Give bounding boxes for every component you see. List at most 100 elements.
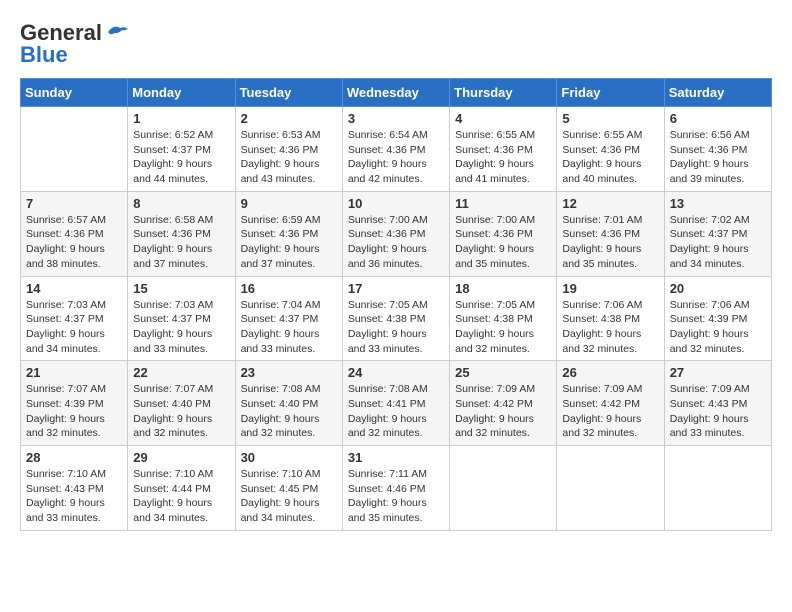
calendar-cell: 11 Sunrise: 7:00 AMSunset: 4:36 PMDayligh… [450, 191, 557, 276]
calendar-cell: 25 Sunrise: 7:09 AMSunset: 4:42 PMDayligh… [450, 361, 557, 446]
day-number: 17 [348, 281, 444, 296]
day-number: 26 [562, 365, 658, 380]
calendar-cell: 27 Sunrise: 7:09 AMSunset: 4:43 PMDayligh… [664, 361, 771, 446]
weekday-header-tuesday: Tuesday [235, 79, 342, 107]
day-info: Sunrise: 7:10 AMSunset: 4:43 PMDaylight:… [26, 467, 122, 526]
day-number: 22 [133, 365, 229, 380]
day-info: Sunrise: 6:53 AMSunset: 4:36 PMDaylight:… [241, 128, 337, 187]
weekday-header-row: SundayMondayTuesdayWednesdayThursdayFrid… [21, 79, 772, 107]
calendar-cell: 12 Sunrise: 7:01 AMSunset: 4:36 PMDayligh… [557, 191, 664, 276]
page-header: General Blue [20, 20, 772, 68]
calendar-cell: 13 Sunrise: 7:02 AMSunset: 4:37 PMDayligh… [664, 191, 771, 276]
calendar-table: SundayMondayTuesdayWednesdayThursdayFrid… [20, 78, 772, 531]
day-info: Sunrise: 7:00 AMSunset: 4:36 PMDaylight:… [348, 213, 444, 272]
calendar-cell: 6Sunrise: 6:56 AMSunset: 4:36 PMDaylight… [664, 107, 771, 192]
calendar-cell: 20Sunrise: 7:06 AMSunset: 4:39 PMDayligh… [664, 276, 771, 361]
day-number: 2 [241, 111, 337, 126]
day-info: Sunrise: 7:11 AMSunset: 4:46 PMDaylight:… [348, 467, 444, 526]
logo-blue-text: Blue [20, 42, 68, 68]
calendar-cell: 5Sunrise: 6:55 AMSunset: 4:36 PMDaylight… [557, 107, 664, 192]
calendar-cell: 9 Sunrise: 6:59 AMSunset: 4:36 PMDaylight… [235, 191, 342, 276]
calendar-cell [557, 446, 664, 531]
logo: General Blue [20, 20, 128, 68]
day-info: Sunrise: 6:54 AMSunset: 4:36 PMDaylight:… [348, 128, 444, 187]
calendar-cell: 21Sunrise: 7:07 AMSunset: 4:39 PMDayligh… [21, 361, 128, 446]
day-number: 9 [241, 196, 337, 211]
day-info: Sunrise: 7:02 AMSunset: 4:37 PMDaylight:… [670, 213, 766, 272]
calendar-body: 1Sunrise: 6:52 AMSunset: 4:37 PMDaylight… [21, 107, 772, 531]
day-number: 13 [670, 196, 766, 211]
day-number: 19 [562, 281, 658, 296]
weekday-header-saturday: Saturday [664, 79, 771, 107]
day-number: 21 [26, 365, 122, 380]
day-number: 1 [133, 111, 229, 126]
day-info: Sunrise: 6:57 AMSunset: 4:36 PMDaylight:… [26, 213, 122, 272]
day-info: Sunrise: 6:59 AMSunset: 4:36 PMDaylight:… [241, 213, 337, 272]
calendar-cell: 22 Sunrise: 7:07 AMSunset: 4:40 PMDayligh… [128, 361, 235, 446]
day-number: 23 [241, 365, 337, 380]
day-info: Sunrise: 7:10 AMSunset: 4:45 PMDaylight:… [241, 467, 337, 526]
day-info: Sunrise: 7:04 AMSunset: 4:37 PMDaylight:… [241, 298, 337, 357]
day-info: Sunrise: 7:05 AMSunset: 4:38 PMDaylight:… [455, 298, 551, 357]
calendar-cell: 29Sunrise: 7:10 AMSunset: 4:44 PMDayligh… [128, 446, 235, 531]
calendar-cell: 2 Sunrise: 6:53 AMSunset: 4:36 PMDaylight… [235, 107, 342, 192]
calendar-week-row: 28 Sunrise: 7:10 AMSunset: 4:43 PMDayligh… [21, 446, 772, 531]
calendar-week-row: 21Sunrise: 7:07 AMSunset: 4:39 PMDayligh… [21, 361, 772, 446]
calendar-cell [450, 446, 557, 531]
calendar-cell: 18 Sunrise: 7:05 AMSunset: 4:38 PMDayligh… [450, 276, 557, 361]
day-number: 15 [133, 281, 229, 296]
day-number: 11 [455, 196, 551, 211]
day-info: Sunrise: 7:09 AMSunset: 4:43 PMDaylight:… [670, 382, 766, 441]
calendar-week-row: 7 Sunrise: 6:57 AMSunset: 4:36 PMDaylight… [21, 191, 772, 276]
calendar-cell: 24 Sunrise: 7:08 AMSunset: 4:41 PMDayligh… [342, 361, 449, 446]
weekday-header-wednesday: Wednesday [342, 79, 449, 107]
calendar-cell [21, 107, 128, 192]
day-number: 24 [348, 365, 444, 380]
calendar-cell: 23 Sunrise: 7:08 AMSunset: 4:40 PMDayligh… [235, 361, 342, 446]
calendar-header: SundayMondayTuesdayWednesdayThursdayFrid… [21, 79, 772, 107]
calendar-cell: 14Sunrise: 7:03 AMSunset: 4:37 PMDayligh… [21, 276, 128, 361]
day-number: 12 [562, 196, 658, 211]
day-info: Sunrise: 6:55 AMSunset: 4:36 PMDaylight:… [455, 128, 551, 187]
day-number: 20 [670, 281, 766, 296]
calendar-cell: 28 Sunrise: 7:10 AMSunset: 4:43 PMDayligh… [21, 446, 128, 531]
weekday-header-friday: Friday [557, 79, 664, 107]
calendar-cell: 15Sunrise: 7:03 AMSunset: 4:37 PMDayligh… [128, 276, 235, 361]
day-number: 27 [670, 365, 766, 380]
day-number: 16 [241, 281, 337, 296]
day-info: Sunrise: 7:00 AMSunset: 4:36 PMDaylight:… [455, 213, 551, 272]
day-number: 28 [26, 450, 122, 465]
day-info: Sunrise: 7:09 AMSunset: 4:42 PMDaylight:… [455, 382, 551, 441]
calendar-week-row: 14Sunrise: 7:03 AMSunset: 4:37 PMDayligh… [21, 276, 772, 361]
calendar-cell: 3 Sunrise: 6:54 AMSunset: 4:36 PMDaylight… [342, 107, 449, 192]
day-number: 18 [455, 281, 551, 296]
day-number: 5 [562, 111, 658, 126]
calendar-cell: 7 Sunrise: 6:57 AMSunset: 4:36 PMDaylight… [21, 191, 128, 276]
calendar-cell: 30Sunrise: 7:10 AMSunset: 4:45 PMDayligh… [235, 446, 342, 531]
calendar-cell: 4Sunrise: 6:55 AMSunset: 4:36 PMDaylight… [450, 107, 557, 192]
day-number: 29 [133, 450, 229, 465]
weekday-header-monday: Monday [128, 79, 235, 107]
calendar-cell: 31 Sunrise: 7:11 AMSunset: 4:46 PMDayligh… [342, 446, 449, 531]
day-number: 7 [26, 196, 122, 211]
calendar-cell [664, 446, 771, 531]
calendar-week-row: 1Sunrise: 6:52 AMSunset: 4:37 PMDaylight… [21, 107, 772, 192]
calendar-cell: 26 Sunrise: 7:09 AMSunset: 4:42 PMDayligh… [557, 361, 664, 446]
logo-bird-icon [106, 24, 128, 42]
weekday-header-sunday: Sunday [21, 79, 128, 107]
day-info: Sunrise: 7:09 AMSunset: 4:42 PMDaylight:… [562, 382, 658, 441]
day-info: Sunrise: 7:08 AMSunset: 4:40 PMDaylight:… [241, 382, 337, 441]
day-number: 31 [348, 450, 444, 465]
day-number: 3 [348, 111, 444, 126]
calendar-cell: 10 Sunrise: 7:00 AMSunset: 4:36 PMDayligh… [342, 191, 449, 276]
day-number: 10 [348, 196, 444, 211]
day-info: Sunrise: 6:56 AMSunset: 4:36 PMDaylight:… [670, 128, 766, 187]
calendar-cell: 17Sunrise: 7:05 AMSunset: 4:38 PMDayligh… [342, 276, 449, 361]
day-number: 14 [26, 281, 122, 296]
day-info: Sunrise: 7:07 AMSunset: 4:40 PMDaylight:… [133, 382, 229, 441]
day-info: Sunrise: 7:08 AMSunset: 4:41 PMDaylight:… [348, 382, 444, 441]
calendar-cell: 1Sunrise: 6:52 AMSunset: 4:37 PMDaylight… [128, 107, 235, 192]
day-number: 25 [455, 365, 551, 380]
day-info: Sunrise: 7:06 AMSunset: 4:38 PMDaylight:… [562, 298, 658, 357]
day-info: Sunrise: 7:01 AMSunset: 4:36 PMDaylight:… [562, 213, 658, 272]
